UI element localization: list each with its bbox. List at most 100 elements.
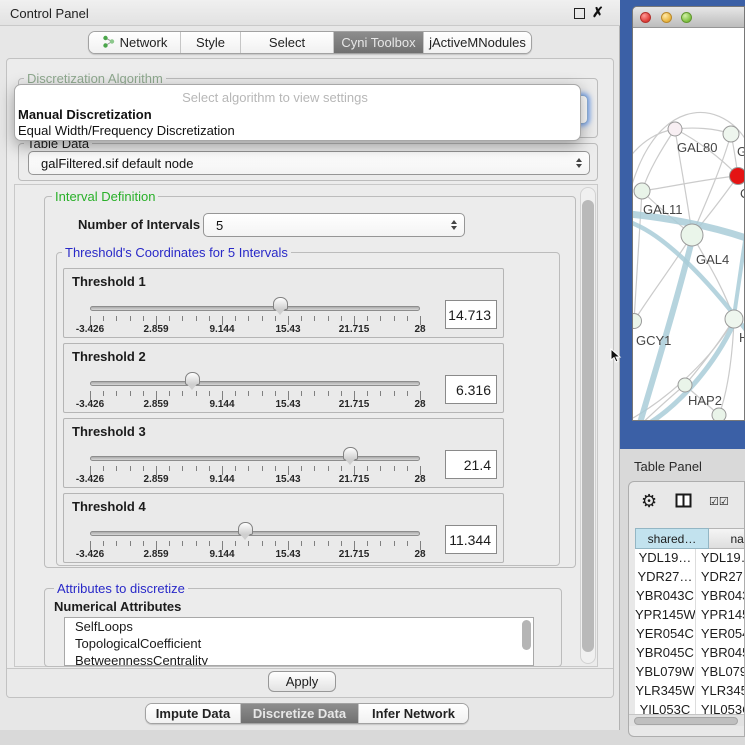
number-of-intervals-label: Number of Intervals (78, 217, 200, 232)
slider-thumb[interactable] (273, 297, 288, 310)
attribute-list-item[interactable]: SelfLoops (65, 618, 533, 635)
tick-mark (275, 391, 276, 396)
tick-mark (262, 391, 263, 396)
table-body[interactable]: YDL19…YDL19…YDR27…YDR27…YBR043CYBR043CYP… (635, 549, 745, 714)
horizontal-scrollbar-track[interactable] (629, 714, 745, 726)
table-header-row: shared… name (635, 528, 745, 549)
tick-mark (275, 466, 276, 471)
horizontal-scrollbar-thumb[interactable] (634, 717, 738, 725)
tick-mark (209, 316, 210, 321)
network-edge[interactable] (633, 129, 675, 158)
option-equal-width-frequency[interactable]: Equal Width/Frequency Discretization (18, 123, 235, 138)
table-row[interactable]: YBL079WYBL079W (635, 663, 745, 682)
threshold-row: Threshold 1-3.4262.8599.14415.4321.71528… (63, 268, 504, 338)
tab-select[interactable]: Select (241, 32, 334, 53)
apply-button[interactable]: Apply (268, 671, 336, 692)
slider-thumb[interactable] (343, 447, 358, 460)
tick-mark (275, 316, 276, 321)
close-traffic-light-icon[interactable] (640, 12, 651, 23)
table-data-combobox[interactable]: galFiltered.sif default node (28, 151, 590, 175)
network-node[interactable] (681, 224, 703, 246)
network-canvas[interactable]: GAL80GCGAL11GAL4GCY1HHAP2 (633, 28, 745, 421)
tick-label: 2.859 (143, 399, 168, 410)
table-row[interactable]: YPR145WYPR145W (635, 606, 745, 625)
tick-mark (169, 466, 170, 471)
tick-mark (275, 541, 276, 546)
cell-name: YLR345W (696, 682, 745, 701)
tab-jactivemnodules[interactable]: jActiveMNodules (424, 32, 531, 53)
slider-track[interactable] (90, 531, 420, 536)
threshold-value-field[interactable]: 14.713 (445, 300, 497, 329)
tick-mark (130, 541, 131, 546)
slider-track[interactable] (90, 456, 420, 461)
tab-discretize-data[interactable]: Discretize Data (241, 704, 359, 723)
columns-icon[interactable] (675, 493, 692, 511)
tick-mark (209, 541, 210, 546)
tab-network[interactable]: Network (89, 32, 181, 53)
bottom-tab-bar: Impute Data Discretize Data Infer Networ… (145, 703, 469, 724)
slider-thumb[interactable] (238, 522, 253, 535)
table-row[interactable]: YIL053CYIL053C (635, 701, 745, 714)
network-edge[interactable] (634, 191, 642, 321)
slider-track[interactable] (90, 381, 420, 386)
gear-icon[interactable]: ⚙ (641, 491, 657, 512)
option-manual-discretization[interactable]: Manual Discretization (18, 107, 152, 122)
tick-mark (116, 466, 117, 471)
tick-label: 28 (414, 324, 425, 335)
float-icon[interactable] (574, 8, 585, 19)
zoom-traffic-light-icon[interactable] (681, 12, 692, 23)
vertical-scrollbar-thumb[interactable] (582, 200, 594, 652)
tick-label: 15.43 (275, 399, 300, 410)
tab-impute-data[interactable]: Impute Data (146, 704, 241, 723)
network-node[interactable] (725, 310, 743, 328)
table-row[interactable]: YDL19…YDL19… (635, 549, 745, 568)
network-edge[interactable] (642, 176, 738, 191)
network-node[interactable] (668, 122, 682, 136)
network-node[interactable] (712, 408, 726, 421)
tick-mark (407, 391, 408, 396)
table-row[interactable]: YBR043CYBR043C (635, 587, 745, 606)
tick-mark (235, 541, 236, 546)
tick-label: 28 (414, 399, 425, 410)
tick-label: 21.715 (339, 549, 370, 560)
network-graph: GAL80GCGAL11GAL4GCY1HHAP2 (633, 28, 745, 421)
table-row[interactable]: YDR27…YDR27… (635, 568, 745, 587)
close-icon[interactable]: ✗ (592, 4, 604, 21)
tab-style[interactable]: Style (181, 32, 241, 53)
network-node[interactable] (633, 314, 642, 329)
column-header-shared[interactable]: shared… (635, 528, 709, 549)
tick-mark (248, 466, 249, 471)
network-edge[interactable] (642, 129, 675, 191)
slider-track[interactable] (90, 306, 420, 311)
table-row[interactable]: YER054CYER054C (635, 625, 745, 644)
network-node[interactable] (730, 168, 745, 185)
table-row[interactable]: YBR045CYBR045C (635, 644, 745, 663)
network-edge-thick[interactable] (734, 234, 745, 316)
threshold-value-field[interactable]: 21.4 (445, 450, 497, 479)
list-scrollbar-thumb[interactable] (522, 620, 531, 650)
tick-label: 15.43 (275, 324, 300, 335)
attribute-list-item[interactable]: BetweennessCentrality (65, 652, 533, 666)
tab-infer-network[interactable]: Infer Network (359, 704, 468, 723)
network-node[interactable] (634, 183, 650, 199)
slider-thumb[interactable] (185, 372, 200, 385)
network-node[interactable] (678, 378, 692, 392)
tick-mark (341, 316, 342, 321)
network-edge[interactable] (685, 319, 734, 385)
tab-cyni-toolbox[interactable]: Cyni Toolbox (334, 32, 424, 53)
threshold-value-field[interactable]: 11.344 (445, 525, 497, 554)
network-node[interactable] (723, 126, 739, 142)
threshold-value-field[interactable]: 6.316 (445, 375, 497, 404)
tick-mark (182, 316, 183, 321)
numerical-attributes-list[interactable]: SelfLoopsTopologicalCoefficientBetweenne… (64, 617, 534, 666)
network-window-titlebar[interactable] (633, 7, 745, 28)
minimize-traffic-light-icon[interactable] (661, 12, 672, 23)
tick-mark (209, 391, 210, 396)
checkbox-filter-icons[interactable]: ☑☑ (709, 495, 729, 508)
column-header-name[interactable]: name (709, 528, 745, 549)
slider-tick-labels: -3.4262.8599.14415.4321.71528 (90, 549, 420, 561)
network-icon (102, 35, 115, 51)
attribute-list-item[interactable]: TopologicalCoefficient (65, 635, 533, 652)
number-of-intervals-combobox[interactable]: 5 (203, 213, 465, 237)
table-row[interactable]: YLR345WYLR345W (635, 682, 745, 701)
